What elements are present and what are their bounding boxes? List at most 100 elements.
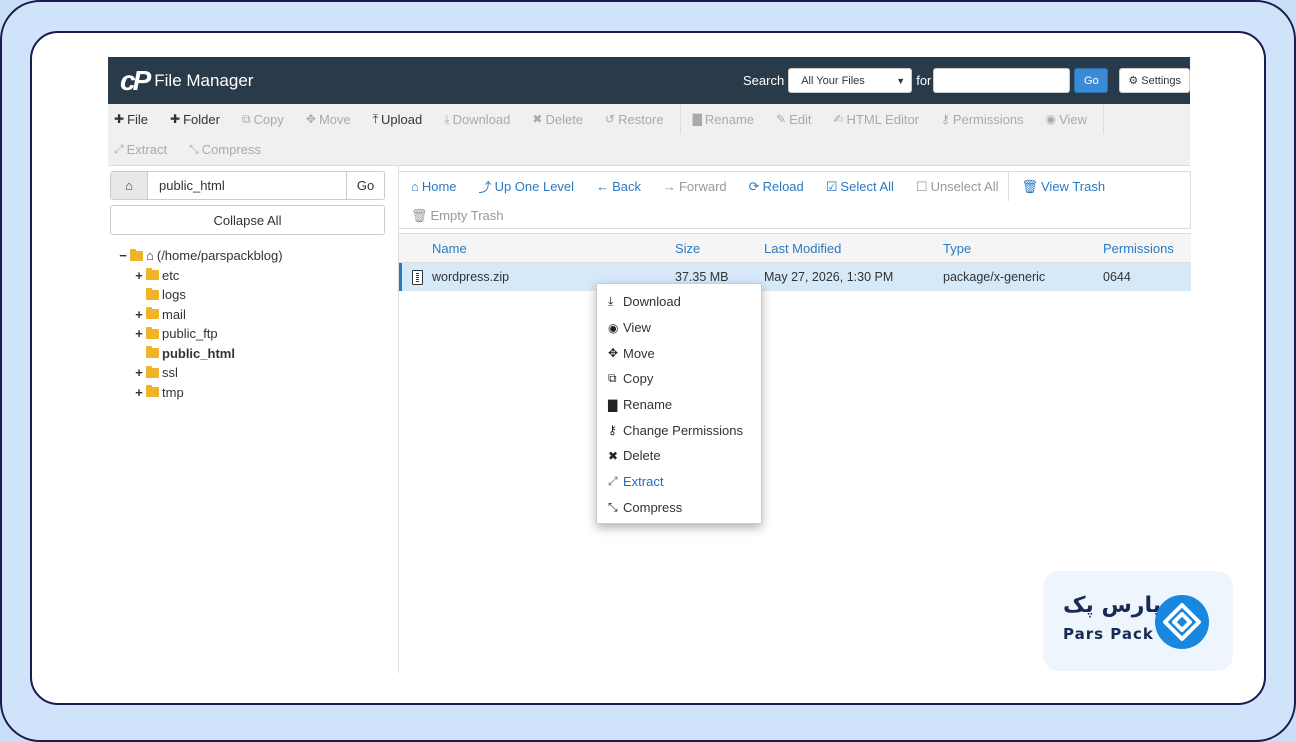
nav-forward-button[interactable]: → Forward [663,179,727,194]
header-type[interactable]: Type [943,241,1103,256]
context-menu-delete[interactable]: ✖ Delete [597,443,761,469]
tree-item-logs[interactable]: logs [118,285,283,305]
file-permissions: 0644 [1103,270,1131,284]
nav-back-button[interactable]: ← Back [596,179,641,194]
toolbar-label: Folder [183,111,220,127]
path-go-button[interactable]: Go [346,172,384,199]
header-name[interactable]: Name [432,241,675,256]
toolbar-extract-button[interactable]: ⤢ Extract [114,142,167,157]
table-row[interactable]: wordpress.zip 37.35 MB May 27, 2026, 1:3… [399,263,1191,291]
toolbar-separator [679,104,681,134]
header-permissions[interactable]: Permissions [1103,241,1183,256]
context-menu-label: Copy [623,371,654,387]
toolbar-delete-button[interactable]: ✖ Delete [532,112,583,127]
toolbar-label: Extract [126,141,168,157]
trash-icon: 🗑 [411,207,428,223]
nav-home-button[interactable]: ⌂ Home [411,179,457,194]
arrow-right-icon: → [662,179,676,194]
home-icon: ⌂ [146,248,154,264]
toolbar-copy-button[interactable]: ⧉ Copy [242,112,284,127]
toolbar-upload-button[interactable]: ⤒ Upload [373,112,423,127]
toolbar-permissions-button[interactable]: ⚷ Permissions [941,112,1024,127]
nav-label: Empty Trash [430,208,504,223]
toolbar-html-editor-button[interactable]: ✍ HTML Editor [833,112,919,127]
cpanel-logo[interactable]: cP File Manager [120,65,253,97]
header-modified[interactable]: Last Modified [764,241,943,256]
tree-item-label: public_html [162,345,235,361]
collapse-all-button[interactable]: Collapse All [110,205,385,235]
toolbar-compress-button[interactable]: ⤡ Compress [189,142,261,157]
chevron-down-icon: ▼ [896,75,906,86]
nav-label: Unselect All [930,179,999,194]
nav-empty-trash-button[interactable]: 🗑 Empty Trash [411,208,503,224]
toolbar-rename-button[interactable]: ▇ Rename [693,112,754,127]
nav-reload-button[interactable]: ⟳ Reload [749,179,804,195]
tree-item-ssl[interactable]: + ssl [118,363,283,383]
folder-icon [146,268,159,281]
toolbar-label: Restore [618,111,664,127]
tree-item-label: public_ftp [162,326,218,342]
path-input[interactable]: public_html [148,178,346,193]
settings-button[interactable]: ⚙ Settings [1119,68,1190,93]
tree-item-label: logs [162,287,186,303]
nav-select-all-button[interactable]: ☑ Select All [826,179,894,195]
navigation-bar: ⌂ Home ⤴ Up One Level ← Back → Forward ⟳ Reload ☑ S… [399,171,1191,229]
tree-item-public-ftp[interactable]: + public_ftp [118,324,283,344]
file-modified: May 27, 2026, 1:30 PM [764,270,894,284]
zip-file-icon [402,269,432,285]
search-input[interactable] [933,68,1071,93]
nav-label: Forward [678,179,727,194]
toolbar-move-button[interactable]: ✥ Move [306,112,351,127]
search-area: Search All Your Files ▼ for Go ⚙ Setting… [743,57,1190,104]
tree-root[interactable]: − ⌂ (/home/parspackblog) [118,246,282,266]
toolbar-label: Move [318,111,351,127]
tree-item-public-html[interactable]: public_html [118,344,283,364]
arrow-left-icon: ← [596,179,610,194]
context-menu-move[interactable]: ✥ Move [597,340,761,366]
move-icon: ✥ [608,346,619,361]
gear-icon: ⚙ [1128,75,1139,87]
context-menu-compress[interactable]: ⤡ Compress [597,495,761,521]
for-label: for [916,73,932,88]
toolbar-restore-button[interactable]: ↺ Restore [605,112,664,127]
folder-icon [146,346,159,359]
toolbar-label: Compress [201,141,261,157]
folder-icon [130,248,143,261]
search-go-button[interactable]: Go [1074,68,1109,93]
collapse-icon[interactable]: − [118,248,128,263]
expand-icon[interactable]: + [134,326,144,341]
context-menu-copy[interactable]: ⧉ Copy [597,366,761,392]
expand-icon[interactable]: + [134,268,144,283]
context-menu-download[interactable]: ⤓ Download [597,289,761,315]
checkbox-checked-icon: ☑ [825,178,838,194]
tree-item-etc[interactable]: + etc [118,266,283,286]
tree-item-tmp[interactable]: + tmp [118,383,283,403]
context-menu-rename[interactable]: ▇ Rename [597,392,761,418]
toolbar-edit-button[interactable]: ✎ Edit [776,112,811,127]
nav-view-trash-button[interactable]: 🗑 View Trash [1021,179,1105,195]
tree-item-mail[interactable]: + mail [118,305,283,325]
home-icon[interactable]: ⌂ [111,172,148,199]
toolbar-folder-button[interactable]: ✚ Folder [170,112,220,127]
nav-unselect-all-button[interactable]: ☐ Unselect All [916,179,999,195]
file-icon: ▇ [608,397,618,412]
context-menu-extract[interactable]: ⤢ Extract [597,469,761,495]
toolbar-download-button[interactable]: ⤓ Download [444,112,510,127]
nav-label: Back [612,179,641,194]
nav-row-1: ⌂ Home ⤴ Up One Level ← Back → Forward ⟳ Reload ☑ S… [399,172,1115,201]
search-scope-select[interactable]: All Your Files ▼ [788,68,913,93]
context-menu-view[interactable]: ◉ View [597,315,761,341]
header-size[interactable]: Size [675,241,764,256]
expand-icon[interactable]: + [134,307,144,322]
toolbar-file-button[interactable]: ✚ File [114,112,148,127]
toolbar-label: Copy [253,111,284,127]
context-menu-change-permissions[interactable]: ⚷ Change Permissions [597,417,761,443]
expand-icon[interactable]: + [134,365,144,380]
expand-icon[interactable]: + [134,385,144,400]
toolbar-view-button[interactable]: ◉ View [1046,112,1087,127]
move-icon: ✥ [305,112,316,126]
settings-label: Settings [1141,74,1181,87]
nav-up-one-level-button[interactable]: ⤴ Up One Level [479,177,575,196]
toolbar-label: Rename [704,111,754,127]
search-label: Search [743,73,785,88]
